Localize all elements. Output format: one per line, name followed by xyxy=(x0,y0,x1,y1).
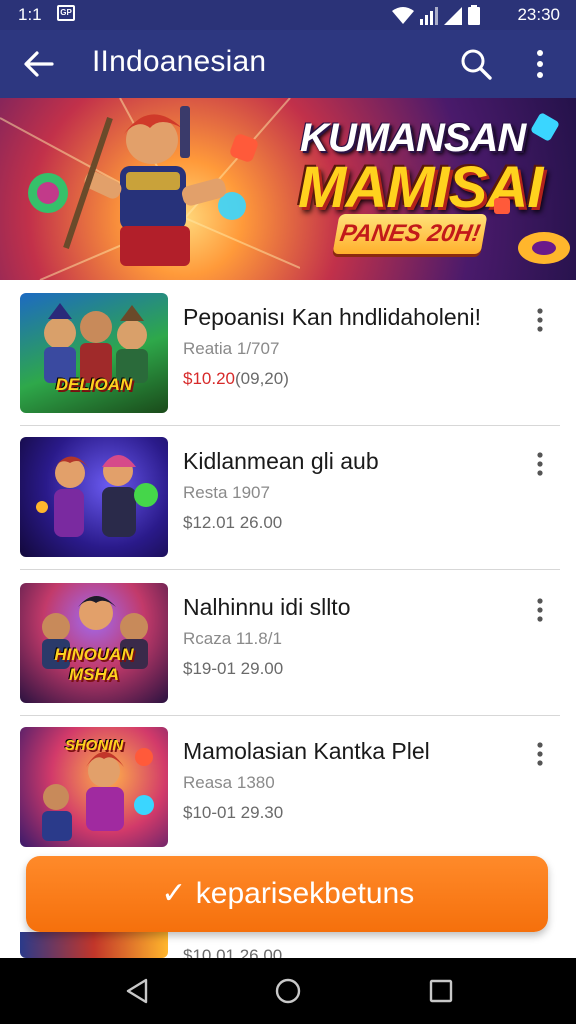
primary-action-button[interactable]: ✓ keparisekbetuns xyxy=(26,856,548,932)
promo-banner[interactable]: KUMANSAN MAMISAI PANES 20H! xyxy=(0,98,576,280)
check-icon: ✓ xyxy=(161,877,187,910)
list-item[interactable]: DELIOAN Pepoanisı Kan hndlidaholeni! Rea… xyxy=(0,280,576,426)
more-vert-icon[interactable] xyxy=(526,46,554,82)
list-item[interactable]: HINOUAN MSHA Nalhinnu idi sllto Rcaza 11… xyxy=(0,570,576,716)
status-time: 1:1 xyxy=(18,5,42,24)
notification-icon: GP xyxy=(57,5,75,21)
arrow-left-icon[interactable] xyxy=(22,48,56,80)
game-rating: Rcaza 11.8/1 xyxy=(183,629,282,648)
more-vert-icon[interactable] xyxy=(528,306,552,334)
game-price: $12.01 26.00 xyxy=(183,513,283,532)
status-clock: 23:30 xyxy=(517,5,560,24)
thumbnail-caption: SHONIN xyxy=(64,737,124,754)
game-title: Mamolasian Kantka Plel xyxy=(183,738,430,764)
game-title: Kidlanmean gli aub xyxy=(183,448,379,474)
game-thumbnail: DELIOAN xyxy=(20,293,168,413)
wifi-icon xyxy=(392,7,414,24)
price-current: $10.20 xyxy=(183,369,235,388)
signal-icon-2 xyxy=(444,7,462,25)
more-vert-icon[interactable] xyxy=(528,740,552,768)
game-title: Nalhinnu idi sllto xyxy=(183,594,351,620)
search-icon[interactable] xyxy=(458,46,494,82)
price-old: (09,20) xyxy=(235,369,289,388)
game-price: $19-01 29.00 xyxy=(183,659,284,678)
status-icons xyxy=(392,5,480,25)
signal-icon xyxy=(420,7,438,25)
back-triangle-icon[interactable] xyxy=(122,976,152,1006)
battery-icon xyxy=(468,5,480,25)
game-thumbnail xyxy=(20,932,168,958)
game-rating: Reatia 1/707 xyxy=(183,339,280,358)
thumbnail-caption: DELIOAN xyxy=(55,375,133,394)
game-title: Pepoanisı Kan hndlidaholeni! xyxy=(183,304,481,330)
game-rating: Resta 1907 xyxy=(183,483,270,502)
list-item-partial[interactable]: $10.01 26.00 xyxy=(0,932,576,958)
recents-square-icon[interactable] xyxy=(426,976,456,1006)
banner-hero-illustration xyxy=(0,98,300,280)
game-rating: Reasa 1380 xyxy=(183,773,275,792)
system-nav-bar xyxy=(0,958,576,1024)
status-bar: 1:1 GP 23:30 xyxy=(0,0,576,30)
game-price: $10.01 26.00 xyxy=(183,946,283,958)
app-bar: IIndoanesian xyxy=(0,30,576,98)
home-circle-icon[interactable] xyxy=(273,976,303,1006)
primary-action-label: keparisekbetuns xyxy=(195,877,415,910)
more-vert-icon[interactable] xyxy=(528,450,552,478)
more-vert-icon[interactable] xyxy=(528,596,552,624)
game-price: $10-01 29.30 xyxy=(183,803,284,822)
page-title: IIndoanesian xyxy=(92,45,267,78)
game-thumbnail: HINOUAN MSHA xyxy=(20,583,168,703)
banner-decoration xyxy=(494,113,570,264)
game-price: $10.20(09,20) xyxy=(183,369,289,389)
list-item[interactable]: Kidlanmean gli aub Resta 1907 $12.01 26.… xyxy=(0,424,576,570)
thumbnail-caption: HINOUAN MSHA xyxy=(54,645,134,684)
banner-tag: PANES 20H! xyxy=(332,214,488,254)
list-item[interactable]: SHONIN Mamolasian Kantka Plel Reasa 1380… xyxy=(0,714,576,860)
game-thumbnail xyxy=(20,437,168,557)
game-thumbnail: SHONIN xyxy=(20,727,168,847)
